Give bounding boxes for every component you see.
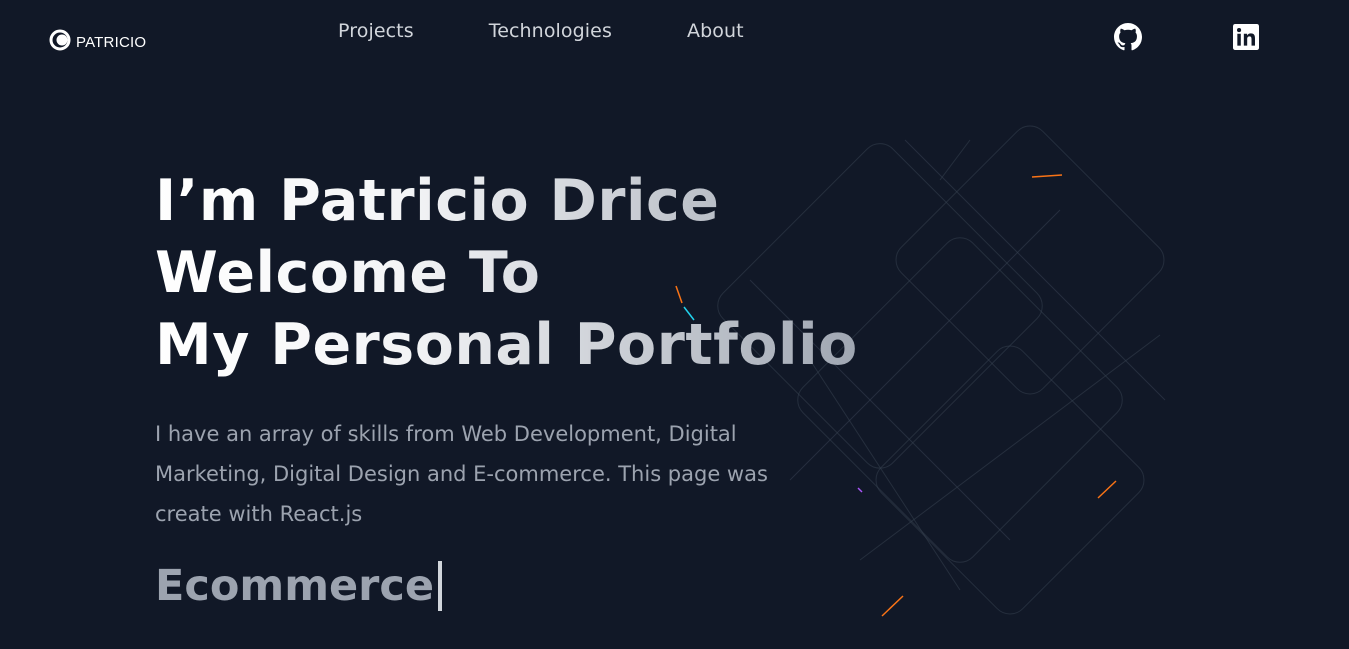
hero-title-line-1: I’m Patricio Drice bbox=[155, 168, 720, 234]
portfolio-page: PATRICIO Projects Technologies About I’m… bbox=[0, 0, 1349, 649]
typing-cursor bbox=[438, 561, 443, 611]
logo-icon bbox=[49, 29, 71, 55]
linkedin-icon bbox=[1233, 24, 1259, 54]
typed-text: Ecommerce bbox=[155, 558, 443, 614]
hero-title: I’m Patricio Drice Welcome To My Persona… bbox=[155, 165, 875, 381]
github-icon bbox=[1114, 23, 1142, 55]
logo-text: PATRICIO bbox=[76, 33, 147, 51]
nav-link-about[interactable]: About bbox=[687, 20, 744, 42]
hero-description: I have an array of skills from Web Devel… bbox=[155, 422, 768, 526]
nav-link-projects[interactable]: Projects bbox=[338, 20, 414, 42]
hero-title-line-2: Welcome To bbox=[155, 240, 541, 306]
typed-word: Ecommerce bbox=[155, 561, 435, 611]
github-link[interactable] bbox=[1114, 23, 1142, 55]
logo-link[interactable]: PATRICIO bbox=[49, 29, 146, 55]
main-nav: Projects Technologies About bbox=[338, 20, 744, 42]
linkedin-link[interactable] bbox=[1232, 24, 1260, 54]
hero-title-line-3: My Personal Portfolio bbox=[155, 312, 858, 378]
nav-link-technologies[interactable]: Technologies bbox=[489, 20, 612, 42]
